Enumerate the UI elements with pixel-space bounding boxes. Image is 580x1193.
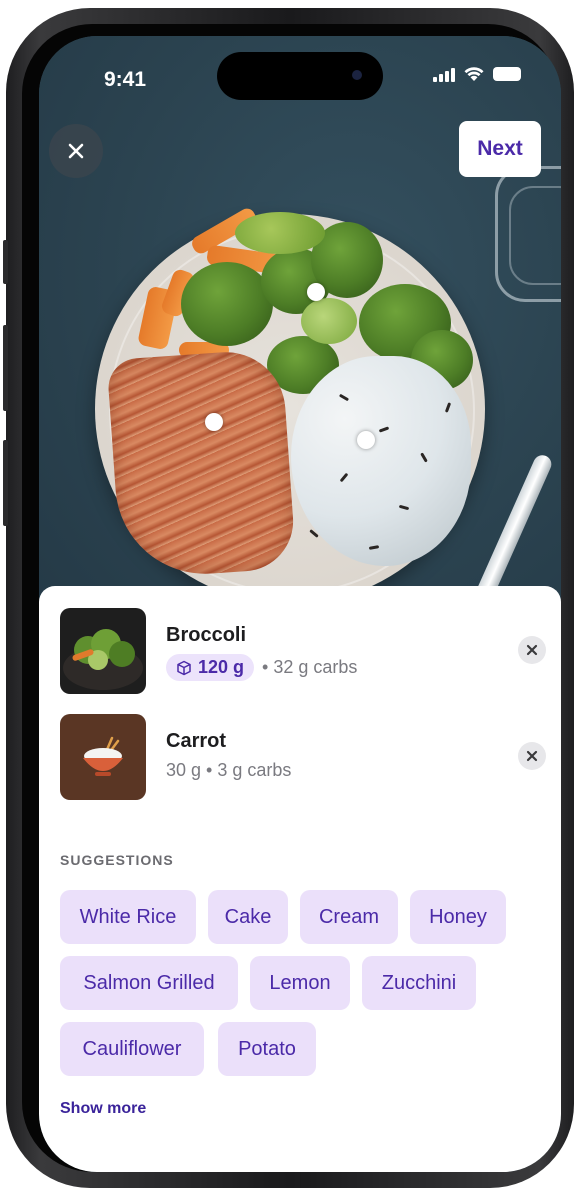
detection-marker-salmon[interactable] [205,413,223,431]
food-sheet: Broccoli 120 g • 32 g carbs Carrot 30 g … [39,586,561,1172]
salmon-fillet [106,348,297,580]
signal-icon [433,66,455,82]
status-icons [433,66,521,82]
close-icon [526,750,538,762]
next-button[interactable]: Next [459,121,541,177]
remove-button[interactable] [518,636,546,664]
suggestion-chip[interactable]: Cream [300,890,398,944]
suggestion-chip[interactable]: White Rice [60,890,196,944]
suggestion-chip[interactable]: Cake [208,890,288,944]
side-button [3,325,8,411]
cube-icon [177,660,191,675]
weight-value: 120 g [198,657,245,677]
app-screen: 9:41 Next Broccoli 120 g • 32 g carbs Ca… [39,36,561,1172]
remove-button[interactable] [518,742,546,770]
dynamic-island [217,52,383,100]
food-meta: 30 g • 3 g carbs [166,760,292,780]
detection-marker-rice[interactable] [357,431,375,449]
close-icon [68,143,84,159]
food-name: Broccoli [166,624,247,646]
suggestion-chip[interactable]: Lemon [250,956,350,1010]
rice-bowl-icon [60,714,146,800]
broccoli-thumbnail [60,608,146,694]
food-item-broccoli[interactable]: Broccoli 120 g • 32 g carbs [60,608,546,694]
close-button[interactable] [49,124,103,178]
suggestion-chip[interactable]: Potato [218,1022,316,1076]
close-icon [526,644,538,656]
carbs-text: • 32 g carbs [262,657,358,677]
broccoli-floret [235,212,325,254]
suggestions-title: SUGGESTIONS [60,852,174,868]
weight-pill[interactable]: 120 g [166,654,255,681]
broccoli-floret [301,298,357,344]
food-name: Carrot [166,730,227,752]
side-button [3,440,8,526]
suggestion-chip[interactable]: Zucchini [362,956,476,1010]
side-button [3,240,8,284]
detection-marker-broccoli[interactable] [307,283,325,301]
show-more-link[interactable]: Show more [60,1100,146,1118]
suggestion-chip[interactable]: Cauliflower [60,1022,204,1076]
status-time: 9:41 [104,68,147,91]
broccoli-floret [181,262,273,346]
wifi-icon [464,67,484,81]
battery-icon [493,67,521,81]
food-item-carrot[interactable]: Carrot 30 g • 3 g carbs [60,714,546,800]
suggestion-chip[interactable]: Honey [410,890,506,944]
suggestion-chip[interactable]: Salmon Grilled [60,956,238,1010]
